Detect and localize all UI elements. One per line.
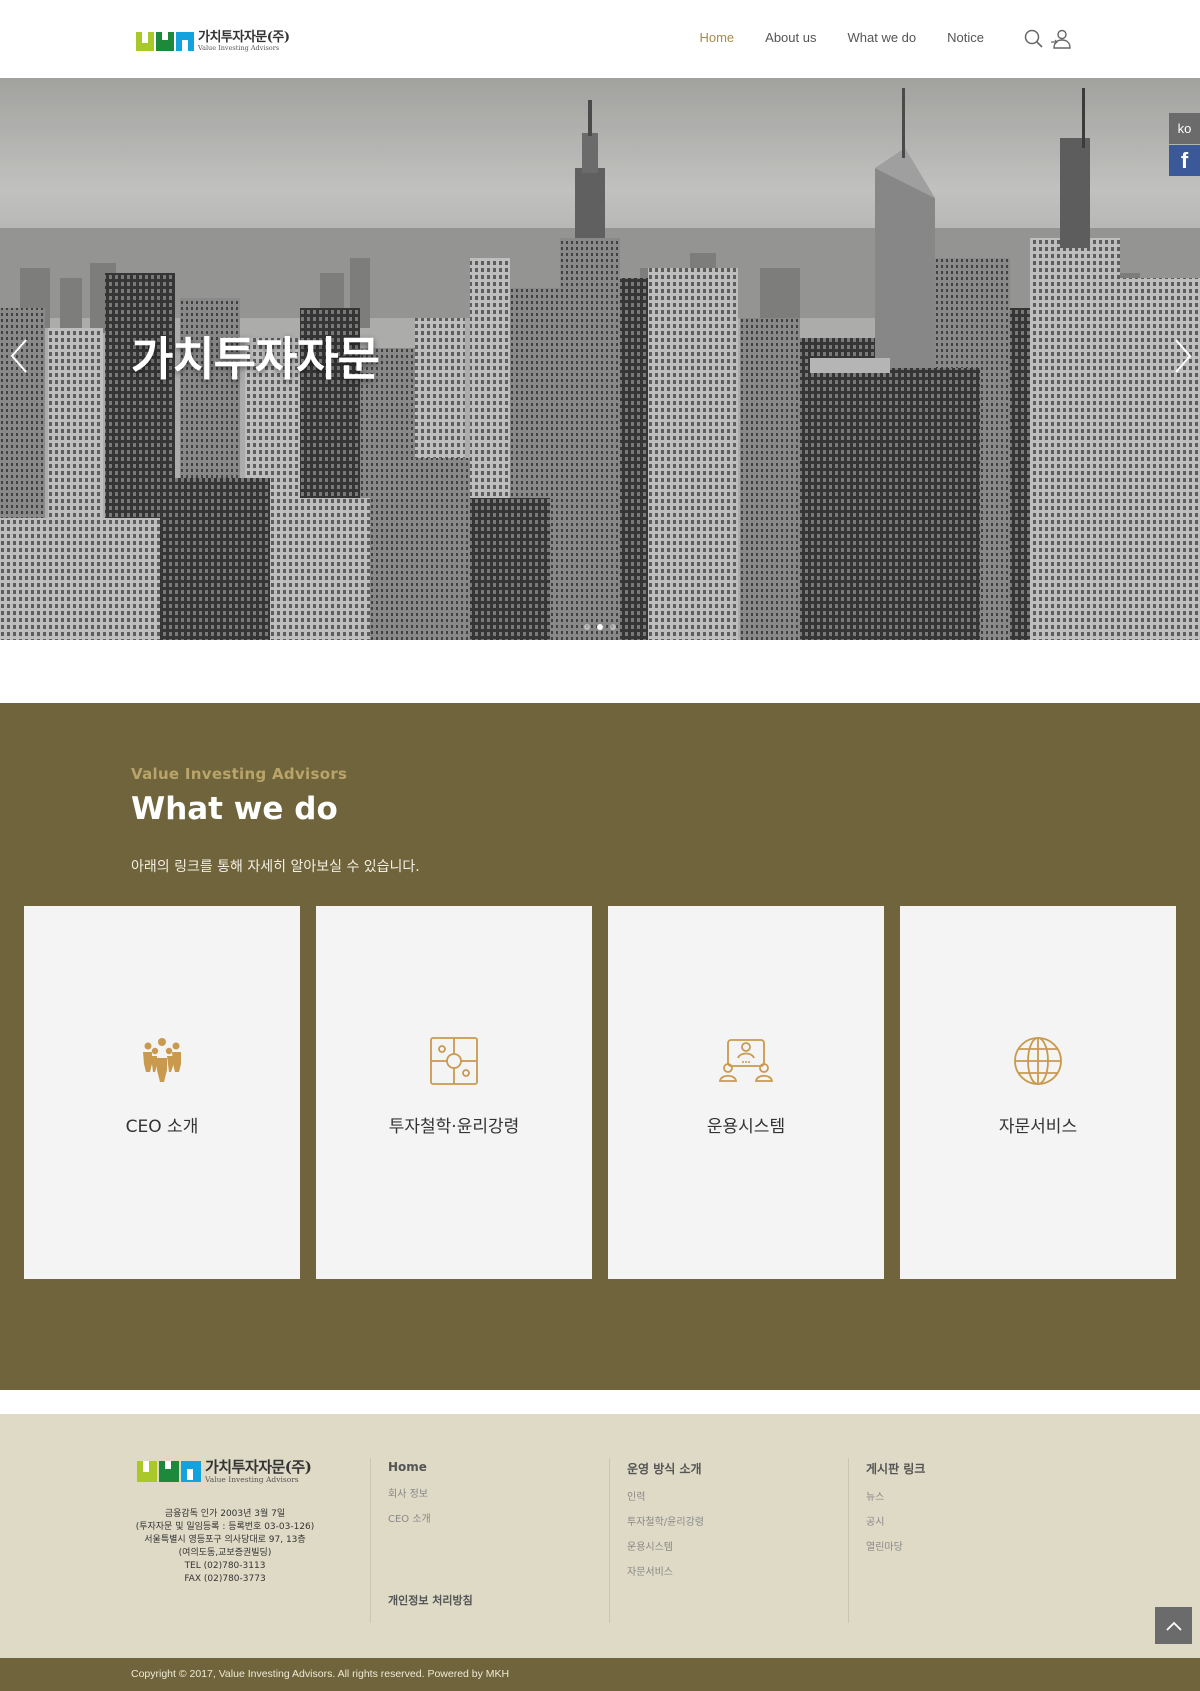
card-label: 운용시스템: [706, 1117, 786, 1137]
puzzle-icon: [430, 1037, 478, 1085]
facebook-icon[interactable]: f: [1169, 145, 1200, 176]
footer-col-home: Home 회사 정보 CEO 소개: [388, 1460, 431, 1535]
slider-pagination: [584, 624, 616, 630]
footer-link[interactable]: 회사 정보: [388, 1485, 431, 1500]
footer-col-board: 게시판 링크 뉴스 공시 열린마당: [866, 1460, 925, 1563]
footer-divider: [370, 1458, 371, 1623]
slider-dot-active[interactable]: [597, 624, 603, 630]
section-kicker: Value Investing Advisors: [131, 765, 348, 783]
footer-link[interactable]: 투자철학/윤리강령: [627, 1513, 704, 1528]
what-we-do-section: Value Investing Advisors What we do 아래의 …: [0, 703, 1200, 1390]
hero-prev-arrow-icon[interactable]: [8, 336, 30, 376]
card-label: CEO 소개: [125, 1117, 199, 1137]
section-description: 아래의 링크를 통해 자세히 알아보실 수 있습니다.: [131, 859, 420, 875]
copyright-bar: Copyright © 2017, Value Investing Adviso…: [0, 1658, 1200, 1691]
globe-icon: [1014, 1037, 1062, 1085]
info-line: (투자자문 및 일임등록 : 등록번호 03-03-126): [135, 1522, 315, 1532]
slider-dot[interactable]: [584, 624, 590, 630]
footer-link[interactable]: 뉴스: [866, 1488, 925, 1503]
card-philosophy[interactable]: 투자철학·윤리강령: [316, 906, 592, 1279]
card-system[interactable]: 운용시스템: [608, 906, 884, 1279]
site-footer: 가치투자자문(주) Value Investing Advisors 금융감독 …: [0, 1414, 1200, 1658]
card-label: 자문서비스: [998, 1117, 1078, 1137]
company-info: 금융감독 인가 2003년 3월 7일 (투자자문 및 일임등록 : 등록번호 …: [130, 1508, 320, 1586]
card-label: 투자철학·윤리강령: [388, 1117, 520, 1137]
footer-divider: [848, 1458, 849, 1623]
search-icon[interactable]: [1023, 28, 1045, 50]
site-logo[interactable]: 가치투자자문(주) Value Investing Advisors: [136, 31, 290, 52]
copyright-text: Copyright © 2017, Value Investing Adviso…: [131, 1668, 510, 1680]
hero-next-arrow-icon[interactable]: [1172, 336, 1194, 376]
footer-heading[interactable]: 게시판 링크: [866, 1460, 925, 1477]
service-cards: CEO 소개 투자철학·윤리강령 운용시스템 자문서비스: [24, 906, 1176, 1279]
nav-notice[interactable]: Notice: [947, 30, 984, 45]
footer-link[interactable]: 공시: [866, 1513, 925, 1528]
logo-mark: [137, 1461, 201, 1483]
user-login-icon[interactable]: [1050, 28, 1072, 50]
footer-col-operations: 운영 방식 소개 인력 투자철학/윤리강령 운용시스템 자문서비스: [627, 1460, 704, 1588]
logo-korean-name: 가치투자자문(주): [198, 30, 290, 45]
site-header: 가치투자자문(주) Value Investing Advisors Home …: [0, 0, 1200, 78]
info-line: 금융감독 인가 2003년 3월 7일: [164, 1509, 286, 1519]
privacy-policy-link[interactable]: 개인정보 처리방침: [388, 1592, 473, 1608]
footer-heading[interactable]: 운영 방식 소개: [627, 1460, 704, 1477]
card-advisory[interactable]: 자문서비스: [900, 906, 1176, 1279]
footer-link[interactable]: 인력: [627, 1488, 704, 1503]
footer-link[interactable]: 운용시스템: [627, 1538, 704, 1553]
logo-korean-name: 가치투자자문(주): [205, 1458, 312, 1476]
slider-dot[interactable]: [610, 624, 616, 630]
nav-about-us[interactable]: About us: [765, 30, 816, 45]
card-ceo[interactable]: CEO 소개: [24, 906, 300, 1279]
people-group-icon: [143, 1038, 181, 1082]
footer-logo[interactable]: 가치투자자문(주) Value Investing Advisors: [137, 1458, 312, 1484]
nav-what-we-do[interactable]: What we do: [847, 30, 916, 45]
footer-link[interactable]: 자문서비스: [627, 1563, 704, 1578]
hero-title: 가치투자자문: [131, 332, 380, 386]
language-toggle[interactable]: ko: [1169, 113, 1200, 144]
footer-divider: [609, 1458, 610, 1623]
nav-home[interactable]: Home: [699, 30, 734, 45]
info-line: 서울특별시 영등포구 의사당대로 97, 13층: [144, 1535, 306, 1545]
footer-heading[interactable]: Home: [388, 1460, 431, 1474]
info-line: TEL (02)780-3113: [184, 1561, 266, 1571]
main-nav: Home About us What we do Notice: [699, 30, 984, 45]
chevron-up-icon: [1165, 1621, 1182, 1631]
footer-link[interactable]: 열린마당: [866, 1538, 925, 1553]
meeting-icon: [718, 1039, 774, 1082]
info-line: FAX (02)780-3773: [184, 1574, 266, 1584]
logo-english-name: Value Investing Advisors: [198, 44, 280, 52]
logo-english-name: Value Investing Advisors: [205, 1475, 299, 1484]
footer-link[interactable]: CEO 소개: [388, 1510, 431, 1525]
scroll-to-top-button[interactable]: [1155, 1607, 1192, 1644]
logo-mark: [136, 31, 194, 51]
hero-slider: 가치투자자문: [0, 78, 1200, 640]
info-line: (여의도동,교보증권빌딩): [178, 1548, 272, 1558]
section-title: What we do: [131, 791, 338, 827]
